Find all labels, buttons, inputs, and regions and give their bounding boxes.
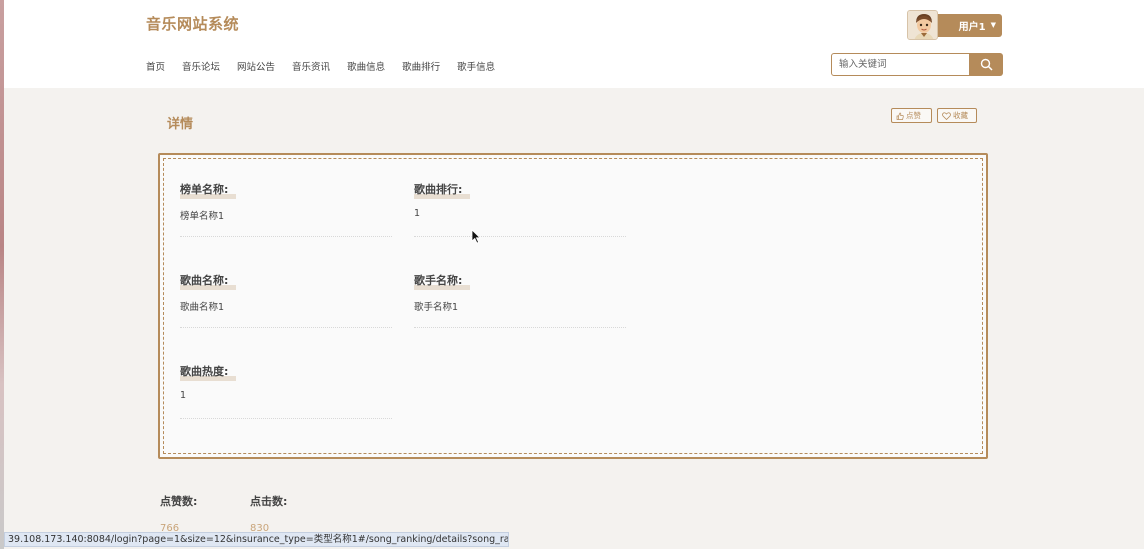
nav-announcements[interactable]: 网站公告 bbox=[237, 59, 275, 73]
nav-music-forum[interactable]: 音乐论坛 bbox=[182, 59, 220, 73]
field-ranking-name: 榜单名称: 榜单名称1 bbox=[180, 178, 392, 237]
user-menu: 用户1 ▼ bbox=[907, 10, 1002, 40]
site-header: 音乐网站系统 首页 音乐论坛 网站公告 音乐资讯 歌曲信息 歌曲排行 歌手信息 … bbox=[4, 0, 1144, 88]
nav-song-ranking[interactable]: 歌曲排行 bbox=[402, 59, 440, 73]
nav-song-info[interactable]: 歌曲信息 bbox=[347, 59, 385, 73]
user-dropdown-button[interactable]: 用户1 ▼ bbox=[938, 13, 1002, 37]
field-value: 榜单名称1 bbox=[180, 208, 392, 237]
click-count-label: 点击数: bbox=[250, 495, 288, 508]
like-button[interactable]: 点赞 bbox=[891, 108, 932, 123]
field-value: 1 bbox=[180, 390, 392, 419]
search-icon bbox=[980, 58, 993, 71]
field-label: 歌手名称: bbox=[414, 272, 471, 290]
field-song-name: 歌曲名称: 歌曲名称1 bbox=[180, 269, 392, 328]
detail-panel-inner: 榜单名称: 榜单名称1 歌曲排行: 1 歌曲名称: 歌曲名称1 歌手名称: 歌手… bbox=[163, 158, 983, 454]
browser-status-url: 39.108.173.140:8084/login?page=1&size=12… bbox=[4, 532, 509, 547]
avatar[interactable] bbox=[907, 10, 938, 40]
site-title: 音乐网站系统 bbox=[146, 15, 240, 33]
collect-button[interactable]: 收藏 bbox=[937, 108, 977, 123]
search-bar bbox=[831, 53, 1003, 76]
search-button[interactable] bbox=[970, 53, 1003, 76]
field-label: 榜单名称: bbox=[180, 181, 237, 199]
like-count-stat: 点赞数: 766 bbox=[160, 493, 197, 534]
field-song-rank: 歌曲排行: 1 bbox=[414, 178, 626, 237]
caret-down-icon: ▼ bbox=[990, 21, 996, 29]
nav-home[interactable]: 首页 bbox=[146, 59, 165, 73]
nav-singer-info[interactable]: 歌手信息 bbox=[457, 59, 495, 73]
collect-label: 收藏 bbox=[953, 111, 968, 120]
user-name: 用户1 bbox=[958, 21, 986, 33]
field-value: 歌曲名称1 bbox=[180, 299, 392, 328]
click-count-stat: 点击数: 830 bbox=[250, 493, 287, 534]
search-input[interactable] bbox=[831, 53, 970, 76]
mouse-cursor-icon bbox=[471, 229, 481, 244]
field-singer-name: 歌手名称: 歌手名称1 bbox=[414, 269, 626, 328]
nav-music-news[interactable]: 音乐资讯 bbox=[292, 59, 330, 73]
like-count-label: 点赞数: bbox=[160, 495, 198, 508]
field-label: 歌曲名称: bbox=[180, 272, 237, 290]
main-nav: 首页 音乐论坛 网站公告 音乐资讯 歌曲信息 歌曲排行 歌手信息 bbox=[146, 59, 512, 73]
field-value: 1 bbox=[414, 208, 626, 237]
like-label: 点赞 bbox=[906, 111, 921, 120]
page-title: 详情 bbox=[167, 117, 194, 132]
thumbs-up-icon bbox=[896, 112, 904, 120]
field-label: 歌曲排行: bbox=[414, 181, 471, 199]
detail-panel: 榜单名称: 榜单名称1 歌曲排行: 1 歌曲名称: 歌曲名称1 歌手名称: 歌手… bbox=[158, 153, 988, 459]
field-song-popularity: 歌曲热度: 1 bbox=[180, 360, 392, 419]
heart-icon bbox=[942, 111, 951, 120]
field-value: 歌手名称1 bbox=[414, 299, 626, 328]
field-label: 歌曲热度: bbox=[180, 363, 237, 381]
